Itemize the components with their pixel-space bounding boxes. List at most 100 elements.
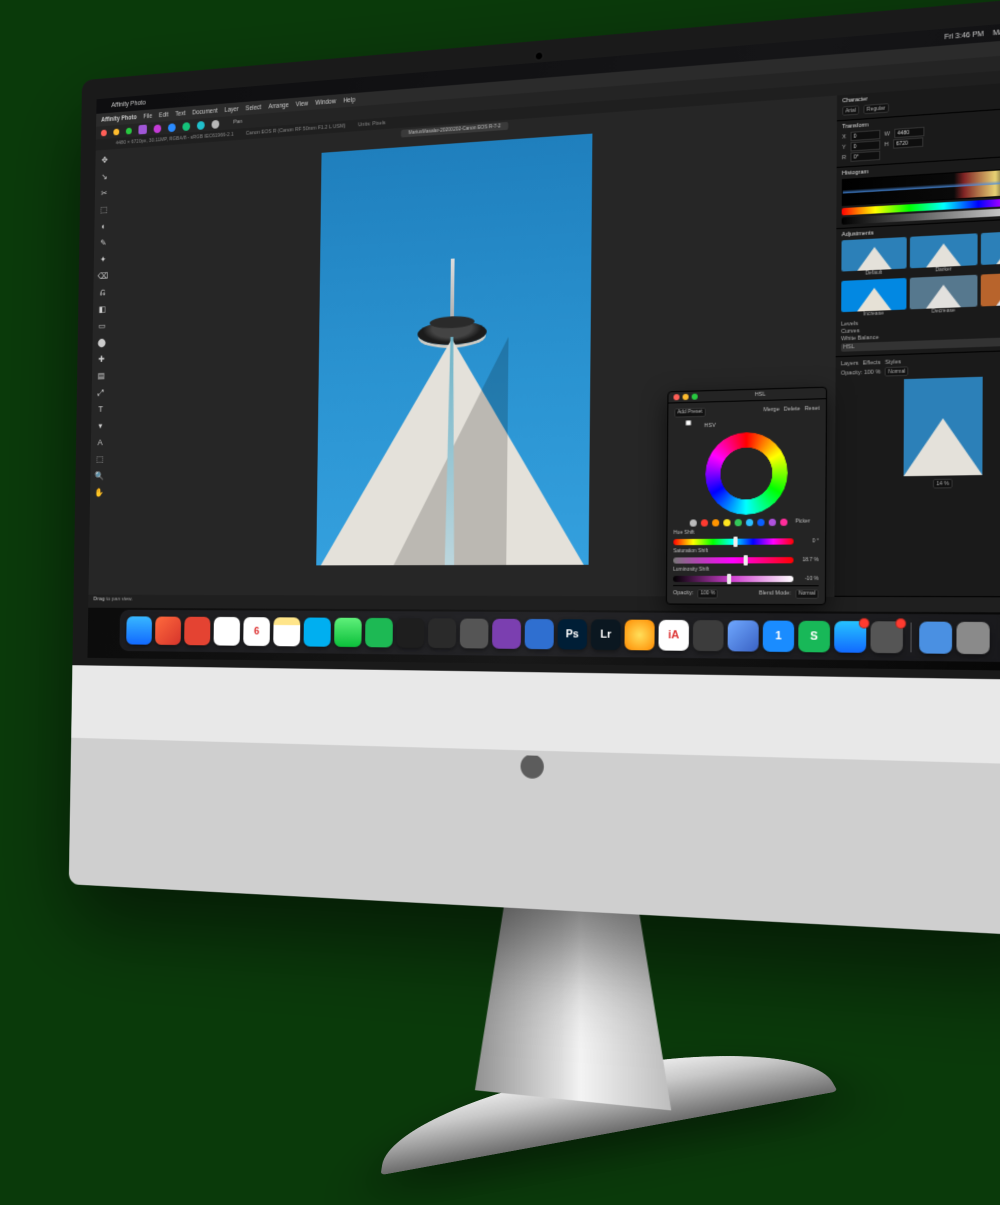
r-field[interactable] bbox=[850, 151, 880, 162]
tool-text[interactable]: T bbox=[95, 402, 107, 415]
tool-view[interactable]: ↘ bbox=[98, 170, 110, 184]
dock-app-affinity-photo[interactable] bbox=[492, 618, 521, 648]
dock-app-brave[interactable] bbox=[155, 616, 181, 645]
tool-dropdown[interactable]: ▾ bbox=[94, 419, 106, 432]
preset-thumb[interactable] bbox=[980, 271, 1000, 306]
add-preset-button[interactable]: Add Preset bbox=[674, 407, 705, 417]
slider-track[interactable] bbox=[673, 557, 793, 564]
slider-thumb[interactable] bbox=[727, 573, 731, 583]
dock-app-1password[interactable]: 1 bbox=[763, 620, 794, 652]
dock-app-sync[interactable]: S bbox=[798, 620, 830, 652]
persona-export[interactable] bbox=[212, 119, 220, 128]
merge-button[interactable]: Merge bbox=[763, 407, 779, 414]
persona-develop[interactable] bbox=[182, 122, 190, 131]
tool-gradient[interactable]: ▤ bbox=[95, 369, 107, 382]
picker-label[interactable]: Picker bbox=[795, 518, 802, 525]
histogram-panel[interactable]: Histogram bbox=[836, 154, 1000, 229]
tool-move[interactable]: ✥ bbox=[99, 153, 111, 167]
dock-app-settings[interactable] bbox=[870, 621, 903, 653]
navigator-thumb[interactable] bbox=[904, 377, 983, 477]
tool-artistic[interactable]: A bbox=[94, 436, 106, 449]
tool-heal[interactable]: ✦ bbox=[97, 253, 109, 267]
persona-liquify[interactable] bbox=[168, 123, 176, 132]
menu-item[interactable]: Select bbox=[246, 104, 262, 112]
hsl-dialog[interactable]: HSL Add Preset Merge Delete Reset HSV Pi… bbox=[666, 386, 827, 605]
dock-app-sublime[interactable] bbox=[693, 620, 724, 651]
tool-pen[interactable]: ✚ bbox=[96, 352, 108, 365]
persona-photo[interactable] bbox=[154, 124, 162, 133]
channel-dot[interactable] bbox=[768, 518, 775, 525]
dock-app-messages[interactable] bbox=[334, 617, 362, 646]
channel-dots[interactable]: Picker bbox=[674, 518, 819, 527]
styles-tab[interactable]: Styles bbox=[885, 359, 901, 366]
blend-value[interactable]: Normal bbox=[795, 589, 818, 598]
menubar-user[interactable]: Marius Masalar bbox=[993, 25, 1000, 37]
menu-item[interactable]: Text bbox=[175, 110, 185, 117]
tool-clone[interactable]: ⎌ bbox=[97, 286, 109, 299]
preset-thumb[interactable] bbox=[841, 278, 907, 312]
channel-dot[interactable] bbox=[689, 519, 696, 526]
tool-zoom[interactable]: 🔍 bbox=[94, 469, 106, 482]
preset-thumb[interactable] bbox=[980, 230, 1000, 265]
dock-app-photoshop[interactable]: Ps bbox=[558, 619, 588, 650]
dock-app-app1[interactable] bbox=[460, 618, 489, 648]
menu-item[interactable]: Affinity Photo bbox=[101, 114, 137, 123]
dock-app-todoist[interactable] bbox=[184, 616, 210, 645]
adj-wb[interactable]: White Balance bbox=[841, 335, 879, 343]
opacity-label[interactable]: Opacity: 100 % bbox=[841, 369, 881, 377]
tool-crop[interactable]: ✂ bbox=[98, 186, 110, 200]
transform-panel[interactable]: Transform X W Y H R bbox=[837, 106, 1000, 168]
dialog-close-icon[interactable] bbox=[673, 394, 679, 400]
channel-dot[interactable] bbox=[780, 518, 787, 525]
menu-item[interactable]: Edit bbox=[159, 111, 169, 118]
adj-curves[interactable]: Curves bbox=[841, 328, 860, 335]
dock-app-lightroom[interactable]: Lr bbox=[591, 619, 621, 650]
channel-dot[interactable] bbox=[745, 519, 752, 526]
x-field[interactable] bbox=[850, 130, 880, 141]
layers-tab[interactable]: Layers bbox=[841, 361, 859, 368]
effects-tab[interactable]: Effects bbox=[863, 360, 881, 367]
dialog-max-icon[interactable] bbox=[692, 393, 698, 399]
dock-app-app2[interactable] bbox=[525, 619, 554, 649]
tool-shape[interactable]: ⬚ bbox=[94, 452, 106, 465]
tool-select[interactable]: ⬚ bbox=[98, 203, 110, 217]
tool-rect[interactable]: ▭ bbox=[96, 319, 108, 332]
adj-levels[interactable]: Levels bbox=[841, 321, 858, 328]
dock-app-app3[interactable] bbox=[624, 619, 654, 650]
traffic-light-max-icon[interactable] bbox=[126, 127, 132, 134]
delete-button[interactable]: Delete bbox=[784, 406, 801, 413]
slider-thumb[interactable] bbox=[744, 555, 748, 565]
dock-app-downloads[interactable] bbox=[919, 621, 952, 653]
w-field[interactable] bbox=[894, 127, 924, 138]
tool-mesh[interactable]: ⤢ bbox=[95, 386, 107, 399]
dock-app-books[interactable] bbox=[728, 620, 759, 651]
menu-item[interactable]: View bbox=[296, 100, 308, 108]
menu-item[interactable]: Document bbox=[192, 107, 218, 116]
channel-dot[interactable] bbox=[712, 519, 719, 526]
slider-hue-shift[interactable]: Hue Shift bbox=[673, 528, 818, 535]
menu-item[interactable]: File bbox=[143, 113, 152, 120]
blend-mode[interactable]: Normal bbox=[885, 366, 909, 376]
zoom-value[interactable]: 14 % bbox=[933, 479, 952, 489]
tool-dodge[interactable]: ◧ bbox=[96, 302, 108, 315]
dock-app-trash[interactable] bbox=[956, 621, 989, 654]
slider-track[interactable] bbox=[673, 575, 793, 581]
y-field[interactable] bbox=[850, 140, 880, 151]
persona-tone[interactable] bbox=[197, 121, 205, 130]
dock-app-ia-writer[interactable]: iA bbox=[658, 619, 689, 650]
menu-item[interactable]: Arrange bbox=[268, 102, 288, 110]
dock-app-figma[interactable] bbox=[396, 618, 424, 648]
dialog-min-icon[interactable] bbox=[683, 393, 689, 399]
adjustments-panel[interactable]: Adjustments Default Darker Lighter bbox=[836, 217, 1000, 357]
menubar-app-name[interactable]: Affinity Photo bbox=[111, 99, 145, 108]
adj-hsl[interactable]: HSL bbox=[843, 344, 854, 351]
dock-app-skype[interactable] bbox=[304, 617, 331, 646]
navigator-panel[interactable]: Layers Effects Styles Opacity: 100 % Nor… bbox=[834, 350, 1000, 597]
traffic-light-close-icon[interactable] bbox=[101, 129, 107, 136]
document-image[interactable] bbox=[316, 134, 592, 566]
menu-item[interactable]: Window bbox=[315, 98, 336, 106]
dock-app-finder[interactable] bbox=[126, 616, 152, 644]
tool-pan[interactable]: ✋ bbox=[93, 486, 105, 499]
menu-item[interactable]: Help bbox=[343, 96, 355, 104]
slider-luminosity-shift[interactable]: Luminosity Shift bbox=[673, 566, 819, 572]
